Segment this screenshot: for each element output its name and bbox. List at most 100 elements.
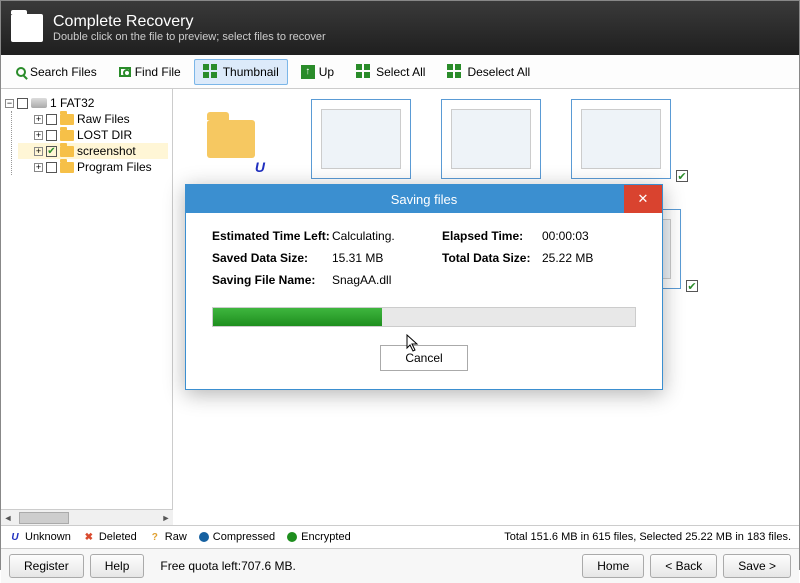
saving-file-label: Saving File Name:: [212, 273, 332, 287]
checkbox[interactable]: [46, 130, 57, 141]
select-all-label: Select All: [376, 65, 425, 79]
saved-size-value: 15.31 MB: [332, 251, 442, 265]
progress-bar: [212, 307, 636, 327]
quota-label: Free quota left:707.6 MB.: [160, 559, 295, 573]
home-button[interactable]: Home: [582, 554, 644, 578]
legend-unknown: Unknown: [25, 531, 71, 543]
expand-icon[interactable]: +: [34, 115, 43, 124]
folder-icon: [60, 146, 74, 157]
folder-icon: [60, 114, 74, 125]
thumbnail-item[interactable]: [441, 99, 541, 179]
register-button[interactable]: Register: [9, 554, 84, 578]
search-files-label: Search Files: [30, 65, 97, 79]
search-files-button[interactable]: Search Files: [7, 60, 106, 84]
checkbox[interactable]: [46, 114, 57, 125]
tree-item-label: Program Files: [77, 160, 152, 174]
thumbnail-item[interactable]: ✔: [571, 99, 671, 179]
thumbnail-icon: [203, 64, 219, 80]
find-icon: [119, 67, 131, 77]
saving-file-value: SnagAA.dll: [332, 273, 442, 287]
progress-fill: [213, 308, 382, 326]
thumbnail-preview: [451, 109, 531, 169]
deselect-all-label: Deselect All: [467, 65, 530, 79]
total-size-label: Total Data Size:: [442, 251, 542, 265]
legend-bar: U Unknown ✖ Deleted ? Raw Compressed Encryp…: [1, 525, 799, 549]
compressed-icon: [199, 532, 209, 542]
select-all-button[interactable]: Select All: [347, 59, 434, 85]
thumbnail-folder[interactable]: U: [181, 99, 281, 179]
folder-icon: [60, 162, 74, 173]
scroll-right-icon[interactable]: ►: [159, 511, 173, 525]
legend-compressed: Compressed: [213, 531, 275, 543]
collapse-icon[interactable]: −: [5, 99, 14, 108]
legend-deleted: Deleted: [99, 531, 137, 543]
thumbnail-preview: [321, 109, 401, 169]
find-file-button[interactable]: Find File: [110, 60, 190, 84]
total-size-value: 25.22 MB: [542, 251, 622, 265]
app-header: Complete Recovery Double click on the fi…: [1, 1, 799, 55]
tree-item-program-files[interactable]: + Program Files: [18, 159, 168, 175]
app-icon: [11, 14, 43, 42]
saved-size-label: Saved Data Size:: [212, 251, 332, 265]
search-icon: [16, 67, 26, 77]
dialog-titlebar[interactable]: Saving files ✕: [186, 185, 662, 213]
tree-root-label: 1 FAT32: [50, 96, 94, 110]
deselect-all-icon: [447, 64, 463, 80]
up-label: Up: [319, 65, 334, 79]
encrypted-icon: [287, 532, 297, 542]
tree-item-label: Raw Files: [77, 112, 130, 126]
back-button[interactable]: < Back: [650, 554, 717, 578]
close-button[interactable]: ✕: [624, 185, 662, 213]
expand-icon[interactable]: +: [34, 147, 43, 156]
footer-bar: Register Help Free quota left:707.6 MB. …: [1, 549, 799, 583]
save-button[interactable]: Save >: [723, 554, 791, 578]
checkbox[interactable]: [17, 98, 28, 109]
tree-item-raw-files[interactable]: + Raw Files: [18, 111, 168, 127]
checkbox[interactable]: ✔: [686, 280, 698, 292]
expand-icon[interactable]: +: [34, 131, 43, 140]
checkbox[interactable]: ✔: [676, 170, 688, 182]
tree-item-lost-dir[interactable]: + LOST DIR: [18, 127, 168, 143]
tree-item-label: LOST DIR: [77, 128, 132, 142]
app-title: Complete Recovery: [53, 13, 326, 31]
folder-tree[interactable]: − 1 FAT32 +Raw Files +LOST DIR +✔screens…: [1, 89, 173, 509]
app-subtitle: Double click on the file to preview; sel…: [53, 31, 326, 43]
drive-icon: [31, 98, 47, 108]
folder-icon: [207, 120, 255, 158]
legend-encrypted: Encrypted: [301, 531, 351, 543]
expand-icon[interactable]: +: [34, 163, 43, 172]
est-time-value: Calculating.: [332, 229, 442, 243]
help-button[interactable]: Help: [90, 554, 145, 578]
toolbar: Search Files Find File Thumbnail ↑ Up Sel…: [1, 55, 799, 89]
scroll-left-icon[interactable]: ◄: [1, 511, 15, 525]
tree-item-label: screenshot: [77, 144, 136, 158]
folder-icon: [60, 130, 74, 141]
legend-status: Total 151.6 MB in 615 files, Selected 25…: [504, 531, 791, 543]
up-icon: ↑: [301, 65, 315, 79]
dialog-title: Saving files: [391, 192, 457, 207]
legend-raw: Raw: [165, 531, 187, 543]
scroll-thumb[interactable]: [19, 512, 69, 524]
deselect-all-button[interactable]: Deselect All: [438, 59, 539, 85]
unknown-icon: U: [9, 531, 21, 543]
find-file-label: Find File: [135, 65, 181, 79]
close-icon: ✕: [638, 191, 649, 207]
thumbnail-item[interactable]: [311, 99, 411, 179]
elapsed-label: Elapsed Time:: [442, 229, 542, 243]
thumbnail-label: Thumbnail: [223, 65, 279, 79]
elapsed-value: 00:00:03: [542, 229, 622, 243]
select-all-icon: [356, 64, 372, 80]
thumbnail-preview: [581, 109, 661, 169]
cancel-button[interactable]: Cancel: [380, 345, 467, 371]
raw-icon: ?: [149, 531, 161, 543]
tree-scrollbar[interactable]: ◄ ►: [1, 509, 173, 525]
checkbox[interactable]: [46, 162, 57, 173]
thumbnail-button[interactable]: Thumbnail: [194, 59, 288, 85]
checkbox[interactable]: ✔: [46, 146, 57, 157]
est-time-label: Estimated Time Left:: [212, 229, 332, 243]
tree-item-screenshot[interactable]: +✔ screenshot: [18, 143, 168, 159]
up-button[interactable]: ↑ Up: [292, 60, 343, 84]
tree-root[interactable]: − 1 FAT32: [5, 95, 168, 111]
unknown-badge: U: [255, 159, 265, 175]
deleted-icon: ✖: [83, 531, 95, 543]
